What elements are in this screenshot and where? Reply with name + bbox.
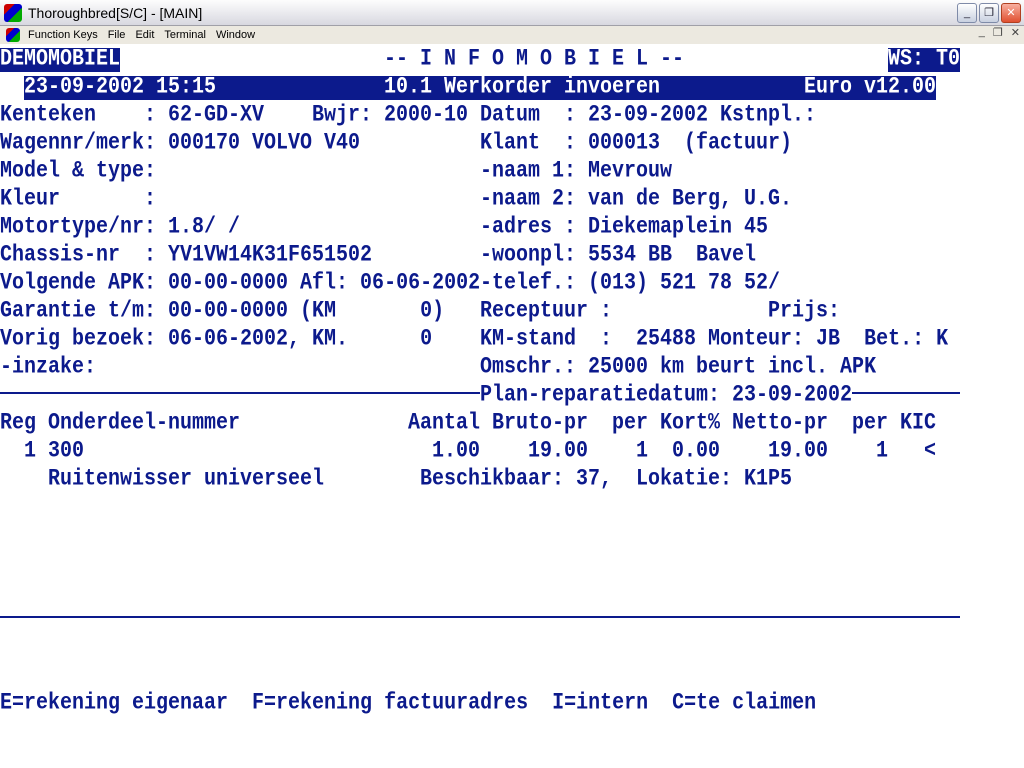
app-icon [4, 3, 22, 22]
cell-reg: 1 [24, 438, 37, 465]
mdi-restore-button[interactable]: ❐ [993, 26, 1003, 39]
divider-bottom [0, 616, 960, 618]
cell-per2[interactable]: 1 [876, 436, 888, 468]
minimize-button[interactable]: _ [957, 3, 977, 23]
menu-edit[interactable]: Edit [131, 29, 160, 41]
menu-file[interactable]: File [104, 29, 132, 41]
divider-right [852, 392, 960, 394]
menu-bar: Function Keys File Edit Terminal Window … [0, 26, 1024, 44]
terminal-screen[interactable]: DEMOMOBIEL -- I N F O M O B I E L -- WS:… [0, 46, 1024, 768]
app-menu-icon[interactable] [6, 28, 20, 42]
menu-terminal[interactable]: Terminal [160, 29, 212, 41]
mdi-minimize-button[interactable]: _ [979, 26, 985, 39]
cell-beschikbaar: Beschikbaar: 37, Lokatie: K1P5 [420, 466, 793, 493]
cell-omschrijving: Ruitenwisser universeel [48, 466, 325, 493]
title-bar: Thoroughbred[S/C] - [MAIN] _ ❐ ✕ [0, 0, 1024, 26]
close-button[interactable]: ✕ [1001, 3, 1021, 23]
menu-function-keys[interactable]: Function Keys [24, 29, 104, 41]
cell-kic[interactable]: < [924, 436, 936, 468]
version: Euro v12.00 [804, 74, 937, 101]
window-title: Thoroughbred[S/C] - [MAIN] [28, 4, 203, 21]
footer-options: E=rekening eigenaar F=rekening factuurad… [0, 690, 817, 717]
restore-button[interactable]: ❐ [979, 3, 999, 23]
menu-window[interactable]: Window [212, 29, 261, 41]
mdi-close-button[interactable]: ✕ [1011, 26, 1020, 39]
field-inzake[interactable]: -inzake: [0, 352, 96, 384]
divider-left [0, 392, 480, 394]
